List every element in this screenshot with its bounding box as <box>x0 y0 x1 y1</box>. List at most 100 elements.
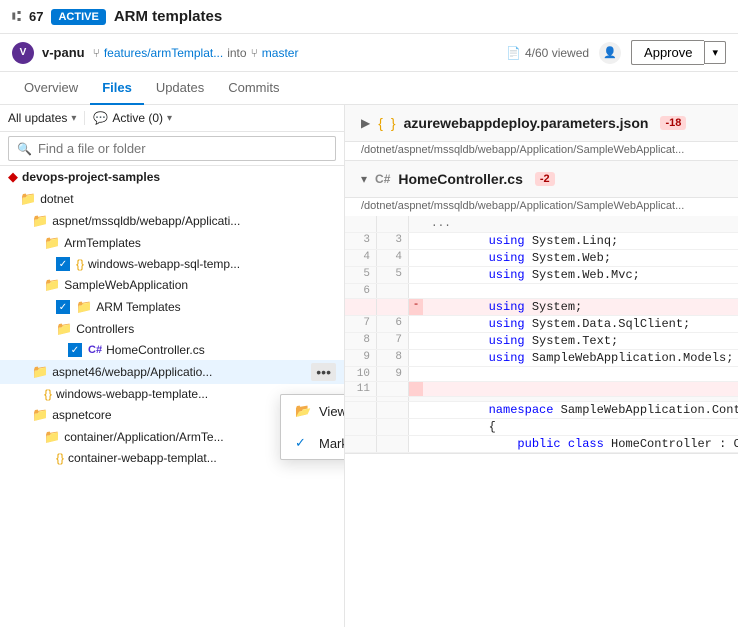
context-menu-trigger[interactable]: ••• <box>311 363 336 381</box>
line-num-old: 4 <box>345 250 377 266</box>
line-num-old: 6 <box>345 284 377 298</box>
line-num-new: 7 <box>377 333 409 349</box>
line-num-new: 4 <box>377 250 409 266</box>
folder-icon: 📁 <box>20 191 36 207</box>
file-header-json[interactable]: ▶ { } azurewebappdeploy.parameters.json … <box>345 105 738 142</box>
sub-header-right: 📄 4/60 viewed 👤 Approve ▾ <box>506 40 726 65</box>
viewed-count: 📄 4/60 viewed <box>506 46 589 60</box>
tree-item-label: HomeController.cs <box>106 343 205 357</box>
tree-item-label: SampleWebApplication <box>64 278 188 292</box>
list-item[interactable]: 📁 aspnet46/webapp/Applicatio... ••• 📂 Vi… <box>0 360 344 384</box>
folder-outline-icon: 📂 <box>295 403 311 419</box>
pr-icon: ⑆ <box>12 8 21 25</box>
main-content: All updates ▾ 💬 Active (0) ▾ 🔍 ◆ devops-… <box>0 105 738 627</box>
line-content: using System.Text; <box>423 333 738 349</box>
list-item[interactable]: 📁 Controllers <box>0 318 344 340</box>
diff-row: { <box>345 419 738 436</box>
approve-dropdown-button[interactable]: ▾ <box>704 41 726 64</box>
diff-row: 5 5 using System.Web.Mvc; <box>345 267 738 284</box>
file-name-cs: HomeController.cs <box>398 171 522 187</box>
tree-item-label: container/Application/ArmTe... <box>64 430 223 444</box>
list-item[interactable]: 📁 dotnet <box>0 188 344 210</box>
tab-updates[interactable]: Updates <box>144 72 216 105</box>
tree-root-label: devops-project-samples <box>22 170 160 184</box>
line-marker <box>409 267 423 283</box>
line-num-old: 8 <box>345 333 377 349</box>
status-badge: ACTIVE <box>51 9 105 25</box>
list-item[interactable]: ✓ C# HomeController.cs <box>0 340 344 360</box>
approve-button[interactable]: Approve <box>631 40 704 65</box>
diff-row-removed: - using System; <box>345 299 738 316</box>
line-num-old <box>345 216 377 232</box>
list-item[interactable]: ✓ 📁 ARM Templates <box>0 296 344 318</box>
line-marker <box>409 316 423 332</box>
diff-row: 9 8 using SampleWebApplication.Models; <box>345 350 738 367</box>
right-panel: ▶ { } azurewebappdeploy.parameters.json … <box>345 105 738 627</box>
line-num-old: 11 <box>345 382 377 396</box>
cs-icon: C# <box>88 344 102 356</box>
list-item[interactable]: 📁 ArmTemplates <box>0 232 344 254</box>
line-content: using System.Data.SqlClient; <box>423 316 738 332</box>
tab-files[interactable]: Files <box>90 72 144 105</box>
line-marker-removed: - <box>409 299 423 315</box>
search-input[interactable] <box>38 141 327 156</box>
pr-title: ARM templates <box>114 8 222 25</box>
folder-icon: 📁 <box>56 321 72 337</box>
line-num-new <box>377 419 409 435</box>
tab-overview[interactable]: Overview <box>12 72 90 105</box>
all-updates-filter[interactable]: All updates ▾ <box>8 111 76 125</box>
context-menu-item-explorer[interactable]: 📂 View in file explorer <box>281 395 344 427</box>
json-brace-close-icon: } <box>391 115 396 131</box>
diff-row: 6 <box>345 284 738 299</box>
file-header-cs[interactable]: ▾ C# HomeController.cs -2 <box>345 161 738 198</box>
folder-icon: 📁 <box>44 235 60 251</box>
json-brace-icon: { <box>378 115 383 131</box>
line-content: public class HomeController : Co... <box>423 436 738 452</box>
diff-row: 4 4 using System.Web; <box>345 250 738 267</box>
diff-content: ... 3 3 using System.Linq; 4 4 using Sys… <box>345 216 738 453</box>
tab-commits[interactable]: Commits <box>216 72 291 105</box>
line-content-removed: using System; <box>423 299 738 315</box>
avatar: V <box>12 42 34 64</box>
file-reviewed-checkbox[interactable]: ✓ <box>56 300 70 314</box>
tree-item-label: ArmTemplates <box>64 236 141 250</box>
line-num-new: 5 <box>377 267 409 283</box>
approve-button-group: Approve ▾ <box>631 40 726 65</box>
line-num-old <box>345 436 377 452</box>
line-num-new <box>377 402 409 418</box>
folder-icon: 📁 <box>32 213 48 229</box>
list-item[interactable]: ✓ {} windows-webapp-sql-temp... <box>0 254 344 274</box>
branch-icon2: ⑂ <box>251 46 258 60</box>
all-updates-label: All updates <box>8 111 67 125</box>
file-reviewed-checkbox[interactable]: ✓ <box>56 257 70 271</box>
diff-row: public class HomeController : Co... <box>345 436 738 453</box>
diff-row: 11 <box>345 382 738 397</box>
line-num-new: 3 <box>377 233 409 249</box>
file-tree: ◆ devops-project-samples 📁 dotnet 📁 aspn… <box>0 166 344 627</box>
reviewer-icon[interactable]: 👤 <box>599 42 621 64</box>
tree-item-label: aspnetcore <box>52 408 111 422</box>
context-menu-item-reviewed[interactable]: ✓ Mark as reviewed <box>281 427 344 459</box>
line-num-new <box>377 216 409 232</box>
file-reviewed-checkbox[interactable]: ✓ <box>68 343 82 357</box>
diff-row: 3 3 using System.Linq; <box>345 233 738 250</box>
line-num-new <box>377 436 409 452</box>
chevron-down-icon2: ▾ <box>167 113 172 124</box>
line-marker <box>409 382 423 396</box>
tree-item-label: aspnet46/webapp/Applicatio... <box>52 365 212 379</box>
branch-to: master <box>262 46 299 60</box>
line-marker <box>409 436 423 452</box>
branch-from: features/armTemplat... <box>104 46 223 60</box>
line-num-new <box>377 299 409 315</box>
left-panel: All updates ▾ 💬 Active (0) ▾ 🔍 ◆ devops-… <box>0 105 345 627</box>
tree-root-item[interactable]: ◆ devops-project-samples <box>0 166 344 188</box>
folder-icon: 📁 <box>32 364 48 380</box>
list-item[interactable]: 📁 aspnet/mssqldb/webapp/Applicati... <box>0 210 344 232</box>
top-header: ⑆ 67 ACTIVE ARM templates <box>0 0 738 34</box>
line-marker <box>409 284 423 298</box>
search-icon: 🔍 <box>17 142 32 156</box>
context-menu: 📂 View in file explorer ✓ Mark as review… <box>280 394 344 460</box>
line-num-new <box>377 397 409 401</box>
list-item[interactable]: 📁 SampleWebApplication <box>0 274 344 296</box>
active-filter[interactable]: 💬 Active (0) ▾ <box>84 111 172 125</box>
